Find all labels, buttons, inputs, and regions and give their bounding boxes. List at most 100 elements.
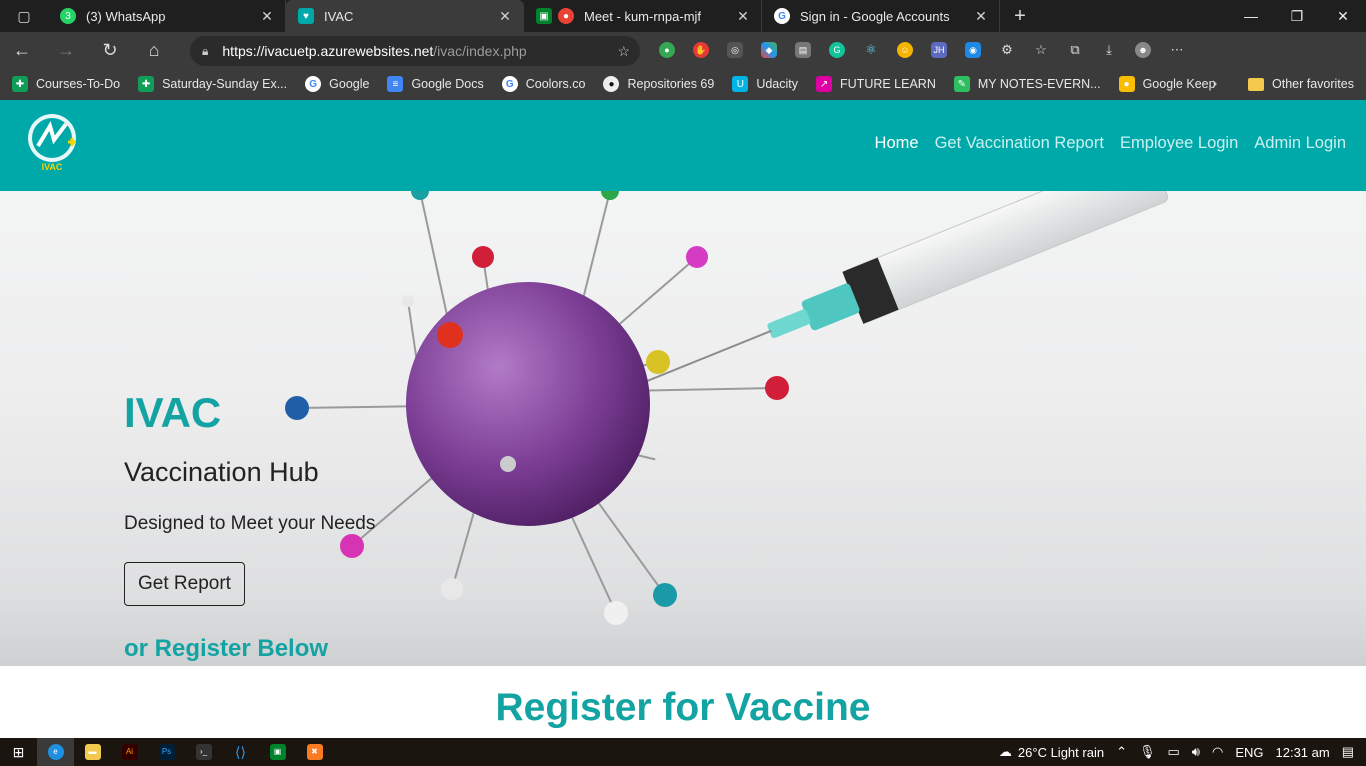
screen-capture-icon[interactable]: ◉ <box>956 32 990 68</box>
home-icon[interactable]: ⌂ <box>132 32 176 68</box>
nav-employee-login[interactable]: Employee Login <box>1120 134 1238 153</box>
profile-avatar[interactable]: ☻ <box>1126 32 1160 68</box>
close-icon[interactable]: ✕ <box>973 8 989 25</box>
ivac-logo-icon[interactable]: IVAC <box>24 112 80 176</box>
tab-whatsapp[interactable]: 3 (3) WhatsApp ✕ <box>48 0 286 32</box>
jh-extension-icon[interactable]: JH <box>922 32 956 68</box>
bookmark-google-keep[interactable]: ● Google Keep <box>1118 76 1216 92</box>
meet-icon[interactable]: ▣ <box>259 738 296 766</box>
file-explorer-icon[interactable]: ▬ <box>74 738 111 766</box>
edge-icon[interactable]: e <box>37 738 74 766</box>
emoji-icon[interactable]: ☺ <box>888 32 922 68</box>
bookmark-label: MY NOTES-EVERN... <box>977 77 1101 91</box>
refresh-icon[interactable]: ↻ <box>88 32 132 68</box>
logo-text: IVAC <box>42 162 63 172</box>
photoshop-icon[interactable]: Ps <box>148 738 185 766</box>
extensions-icon[interactable]: ⚙ <box>990 32 1024 68</box>
google-icon: G <box>501 76 518 92</box>
get-report-button[interactable]: Get Report <box>124 562 245 606</box>
back-icon[interactable]: ← <box>0 32 44 68</box>
bookmark-google-docs[interactable]: ≡ Google Docs <box>387 76 484 92</box>
color-picker-icon[interactable]: ◆ <box>752 32 786 68</box>
tab-title: IVAC <box>324 8 354 24</box>
close-icon[interactable]: ✕ <box>735 8 751 25</box>
volume-icon[interactable]: 🔊︎ <box>1192 744 1200 760</box>
close-icon[interactable]: ✕ <box>259 8 275 25</box>
notifications-icon[interactable]: ▤ <box>1342 744 1354 760</box>
bookmark-label: Google Keep <box>1142 77 1216 91</box>
grammarly-icon[interactable]: G <box>820 32 854 68</box>
site-navbar: IVAC Home Get Vaccination Report Employe… <box>0 100 1366 191</box>
bookmark-evernote[interactable]: ✎ MY NOTES-EVERN... <box>953 76 1101 92</box>
github-icon: ● <box>603 76 620 92</box>
bookmark-future-learn[interactable]: ↗ FUTURE LEARN <box>816 76 936 92</box>
lock-icon[interactable]: 🔒︎ <box>202 44 208 59</box>
address-bar[interactable]: 🔒︎ https://ivacuetp.azurewebsites.net/iv… <box>190 36 640 66</box>
bookmark-repositories[interactable]: ● Repositories 69 <box>603 76 714 92</box>
collections-icon[interactable]: ⧉ <box>1058 32 1092 68</box>
react-devtools-icon[interactable]: ⚛ <box>854 32 888 68</box>
nav-admin-login[interactable]: Admin Login <box>1254 134 1346 153</box>
other-favorites[interactable]: Other favorites <box>1248 68 1354 100</box>
extension-icon[interactable]: ▤ <box>786 32 820 68</box>
adblock-icon[interactable]: ✋ <box>684 32 718 68</box>
new-tab-icon[interactable]: + <box>1000 5 1040 28</box>
bookmark-courses[interactable]: ✚ Courses-To-Do <box>12 76 120 92</box>
restore-icon[interactable]: ❐ <box>1274 0 1320 32</box>
docs-icon: ≡ <box>387 76 404 92</box>
favorites-icon[interactable]: ☆ <box>1024 32 1058 68</box>
bookmark-udacity[interactable]: U Udacity <box>732 76 798 92</box>
extension-icon[interactable]: ● <box>650 32 684 68</box>
more-menu-icon[interactable]: ⋯ <box>1160 32 1194 68</box>
close-icon[interactable]: ✕ <box>497 8 513 25</box>
keep-icon: ● <box>1118 76 1135 92</box>
weather-text[interactable]: 26°C Light rain <box>1018 745 1104 760</box>
bookmarks-bar: ✚ Courses-To-Do ✚ Saturday-Sunday Ex... GG… <box>0 68 1366 100</box>
add-favorite-icon[interactable]: ☆ <box>617 43 630 60</box>
bookmark-label: Courses-To-Do <box>36 77 121 91</box>
tab-title: (3) WhatsApp <box>86 8 166 24</box>
system-tray: ☁ 26°C Light rain ⌃ 🎙︎ ▭ 🔊︎ ◠ ENG 12:31 … <box>999 738 1366 766</box>
tab-actions-icon[interactable]: ▢ <box>0 0 48 32</box>
clock[interactable]: 12:31 am <box>1276 745 1330 760</box>
udacity-icon: U <box>732 76 749 92</box>
meet-icon: ▣ <box>536 8 552 24</box>
folder-icon <box>1248 77 1264 91</box>
bookmark-label: FUTURE LEARN <box>840 77 936 91</box>
weather-icon[interactable]: ☁ <box>999 744 1012 760</box>
xampp-icon[interactable]: ✖ <box>296 738 333 766</box>
bookmark-google[interactable]: G Google <box>305 76 369 92</box>
microphone-icon[interactable]: 🎙︎ <box>1139 744 1156 760</box>
bookmark-label: Saturday-Sunday Ex... <box>162 77 288 91</box>
tab-google-accounts[interactable]: G Sign in - Google Accounts ✕ <box>762 0 1000 32</box>
close-window-icon[interactable]: ✕ <box>1320 0 1366 32</box>
nav-get-vaccination-report[interactable]: Get Vaccination Report <box>935 134 1104 153</box>
tab-title: Sign in - Google Accounts <box>800 8 950 24</box>
battery-icon[interactable]: ▭ <box>1167 744 1179 760</box>
bookmark-saturday-sunday[interactable]: ✚ Saturday-Sunday Ex... <box>138 76 287 92</box>
recording-icon: ● <box>558 8 574 24</box>
windows-start-icon[interactable]: ⊞ <box>0 738 37 766</box>
extension-icon[interactable]: ◎ <box>718 32 752 68</box>
forward-icon[interactable]: → <box>44 32 88 68</box>
tab-ivac[interactable]: ♥ IVAC ✕ <box>286 0 524 32</box>
bookmark-label: Repositories 69 <box>627 77 715 91</box>
minimize-icon[interactable]: — <box>1228 0 1274 32</box>
language-indicator[interactable]: ENG <box>1235 745 1263 760</box>
downloads-icon[interactable]: ⤓ <box>1092 32 1126 68</box>
window-controls: — ❐ ✕ <box>1228 0 1366 32</box>
nav-home[interactable]: Home <box>875 134 919 153</box>
google-icon: G <box>305 76 322 92</box>
chevron-up-icon[interactable]: ⌃ <box>1116 744 1127 760</box>
whatsapp-icon: 3 <box>60 8 76 24</box>
tab-meet[interactable]: ▣ ● Meet - kum-rnpa-mjf ✕ <box>524 0 762 32</box>
bookmark-coolors[interactable]: G Coolors.co <box>501 76 586 92</box>
bookmark-label: Google Docs <box>411 77 484 91</box>
terminal-icon[interactable]: ›_ <box>185 738 222 766</box>
vscode-icon[interactable]: ⟨⟩ <box>222 738 259 766</box>
illustrator-icon[interactable]: Ai <box>111 738 148 766</box>
register-below-link[interactable]: or Register Below <box>124 635 328 663</box>
chevron-right-icon[interactable]: › <box>1212 68 1217 100</box>
bookmark-label: Coolors.co <box>525 77 586 91</box>
wifi-icon[interactable]: ◠ <box>1212 744 1223 760</box>
